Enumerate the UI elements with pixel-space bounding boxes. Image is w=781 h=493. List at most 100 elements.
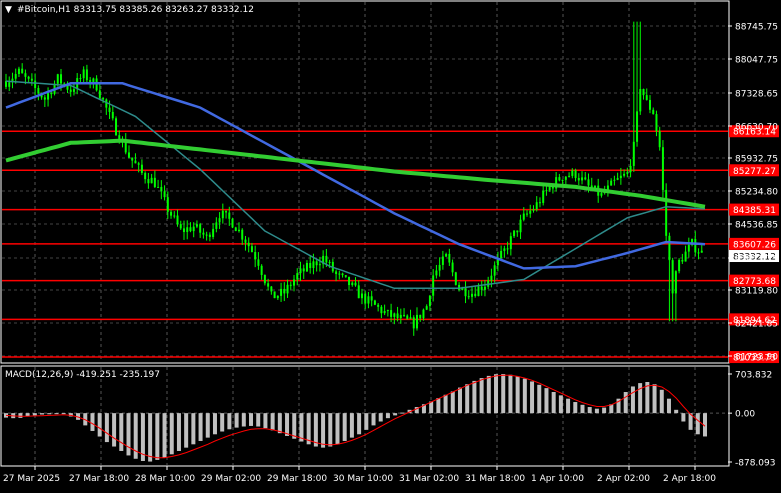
candle-body xyxy=(225,210,228,213)
candle-body xyxy=(215,222,218,229)
candle-body xyxy=(574,170,577,179)
price-tick-label: 83817.75 xyxy=(735,255,778,265)
candle-body xyxy=(199,224,202,233)
candle-body xyxy=(403,314,406,316)
candle-body xyxy=(467,296,470,298)
macd-bar xyxy=(623,392,628,414)
macd-bar xyxy=(285,413,290,436)
candle-body xyxy=(8,82,11,87)
macd-bar xyxy=(630,386,635,414)
candle-body xyxy=(302,268,305,272)
macd-bar xyxy=(674,409,679,414)
macd-bar xyxy=(522,378,527,414)
candle-body xyxy=(192,226,195,232)
macd-bar xyxy=(104,413,109,443)
candle-body xyxy=(176,215,179,225)
macd-bar xyxy=(479,378,484,414)
candle-body xyxy=(632,141,635,166)
candle-body xyxy=(538,202,541,204)
macd-bar xyxy=(587,407,592,414)
candle-body xyxy=(619,175,622,179)
candle-body xyxy=(642,88,645,96)
candle-body xyxy=(218,218,221,223)
candle-body xyxy=(471,293,473,297)
macd-bar xyxy=(169,413,174,455)
candle-body xyxy=(454,272,457,285)
candle-body xyxy=(47,93,50,100)
candle-body xyxy=(163,191,166,198)
candle-body xyxy=(383,311,386,314)
candle-body xyxy=(568,175,571,177)
candle-body xyxy=(344,275,347,277)
candle-body xyxy=(37,87,40,94)
candle-body xyxy=(263,274,266,284)
candle-body xyxy=(684,251,687,262)
candle-body xyxy=(325,255,328,263)
macd-bar xyxy=(436,398,441,414)
macd-bar xyxy=(256,413,261,427)
macd-bar xyxy=(494,374,499,414)
candle-body xyxy=(661,147,664,190)
candle-body xyxy=(451,262,454,273)
macd-bar xyxy=(191,413,196,445)
macd-bar xyxy=(47,413,52,415)
macd-bar xyxy=(32,413,37,416)
candle-body xyxy=(415,314,418,329)
candle-body xyxy=(422,309,425,319)
candle-body xyxy=(409,317,412,319)
candle-body xyxy=(448,253,451,263)
macd-bar xyxy=(371,413,376,426)
candle-body xyxy=(428,295,431,307)
macd-tick-label: 0.00 xyxy=(735,410,755,420)
macd-bar xyxy=(18,413,23,418)
candle-body xyxy=(166,197,169,212)
candle-body xyxy=(490,275,493,281)
candle-body xyxy=(610,180,613,186)
price-chart[interactable]: 86163.14 85277.27 84385.31 83607.26 82773.68… xyxy=(0,0,781,489)
menu-glyph-icon[interactable]: ▼ xyxy=(5,5,12,15)
macd-bar xyxy=(364,413,369,430)
candle-body xyxy=(348,276,351,286)
candle-body xyxy=(480,286,483,290)
candle-body xyxy=(82,69,85,79)
candle-body xyxy=(645,95,648,100)
time-tick-label: 2 Apr 18:00 xyxy=(663,474,716,484)
candle-body xyxy=(43,97,46,100)
macd-bar xyxy=(292,413,297,439)
macd-bar xyxy=(40,413,45,415)
macd-bar xyxy=(249,413,254,426)
candle-body xyxy=(98,90,101,99)
candle-body xyxy=(89,80,92,82)
macd-bar xyxy=(61,413,66,415)
macd-signal-line xyxy=(5,374,706,459)
chart-canvas[interactable]: 86163.1485277.2784385.3183607.2682773.68… xyxy=(0,0,781,489)
price-tick-label: 81723.90 xyxy=(735,353,778,363)
candle-body xyxy=(186,227,189,233)
price-tick-label: 87328.65 xyxy=(735,90,778,100)
candle-body xyxy=(438,264,441,271)
macd-bar xyxy=(97,413,102,437)
candle-body xyxy=(377,304,380,307)
candle-body xyxy=(131,157,134,161)
macd-bar xyxy=(148,413,153,462)
candle-body xyxy=(254,251,257,260)
price-tick-label: 86630.70 xyxy=(735,123,778,133)
candle-body xyxy=(373,300,376,305)
candle-body xyxy=(522,213,525,220)
candle-body xyxy=(283,288,286,294)
candle-body xyxy=(399,314,402,319)
macd-bar xyxy=(472,380,477,414)
candle-body xyxy=(208,234,211,237)
candle-body xyxy=(60,74,63,84)
candle-body xyxy=(173,215,176,217)
candle-body xyxy=(34,80,37,88)
candle-body xyxy=(500,250,503,259)
macd-bar xyxy=(695,413,700,435)
candle-body xyxy=(412,317,415,329)
candle-body xyxy=(581,177,584,181)
macd-bar xyxy=(558,395,563,414)
macd-bar xyxy=(385,413,390,419)
macd-bar xyxy=(508,374,513,414)
macd-bar xyxy=(176,413,181,451)
candle-body xyxy=(474,293,477,297)
